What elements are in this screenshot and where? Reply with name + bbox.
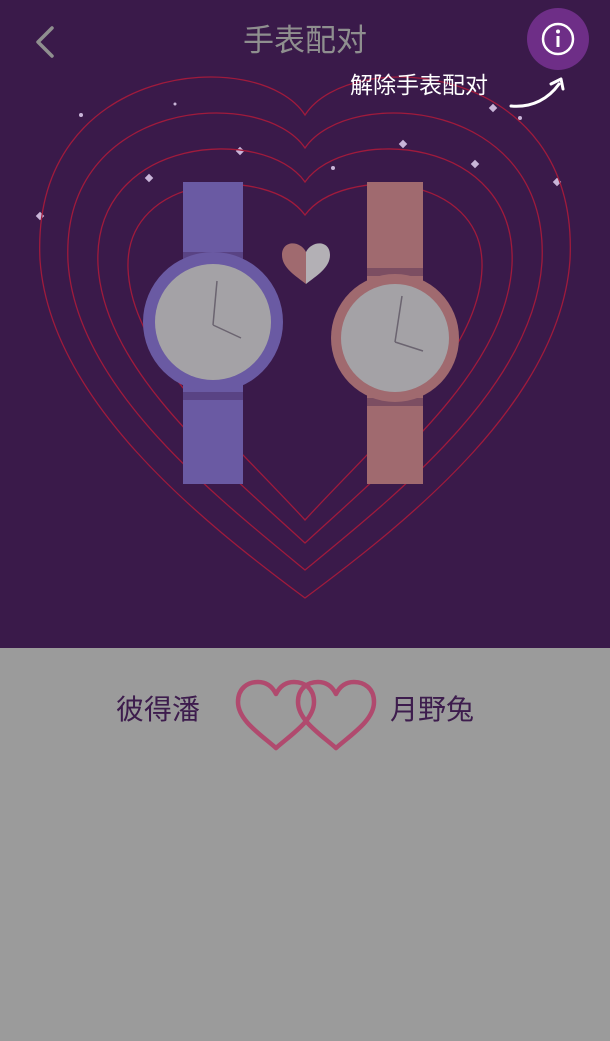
unpair-watch-hint[interactable]: 解除手表配对 (350, 70, 488, 102)
page-title: 手表配对 (243, 23, 367, 59)
paired-names-panel: 彼得潘 月野兔 (0, 648, 610, 1041)
concentric-heart-outlines (39, 76, 571, 599)
pairing-illustration-area: 手表配对 解除手表配对 (0, 0, 610, 648)
curved-arrow-icon (509, 77, 565, 108)
center-half-heart-icon (282, 243, 330, 284)
sparkles (35, 102, 562, 221)
right-watch (331, 182, 459, 484)
left-watch (143, 182, 283, 484)
info-button[interactable] (527, 8, 589, 70)
info-icon (541, 22, 575, 56)
watch-pairing-screen: 手表配对 解除手表配对 彼得潘 月野兔 (0, 0, 610, 1041)
double-heart-icon (235, 679, 377, 751)
right-user-name: 月野兔 (390, 693, 475, 726)
left-user-name: 彼得潘 (116, 693, 201, 726)
